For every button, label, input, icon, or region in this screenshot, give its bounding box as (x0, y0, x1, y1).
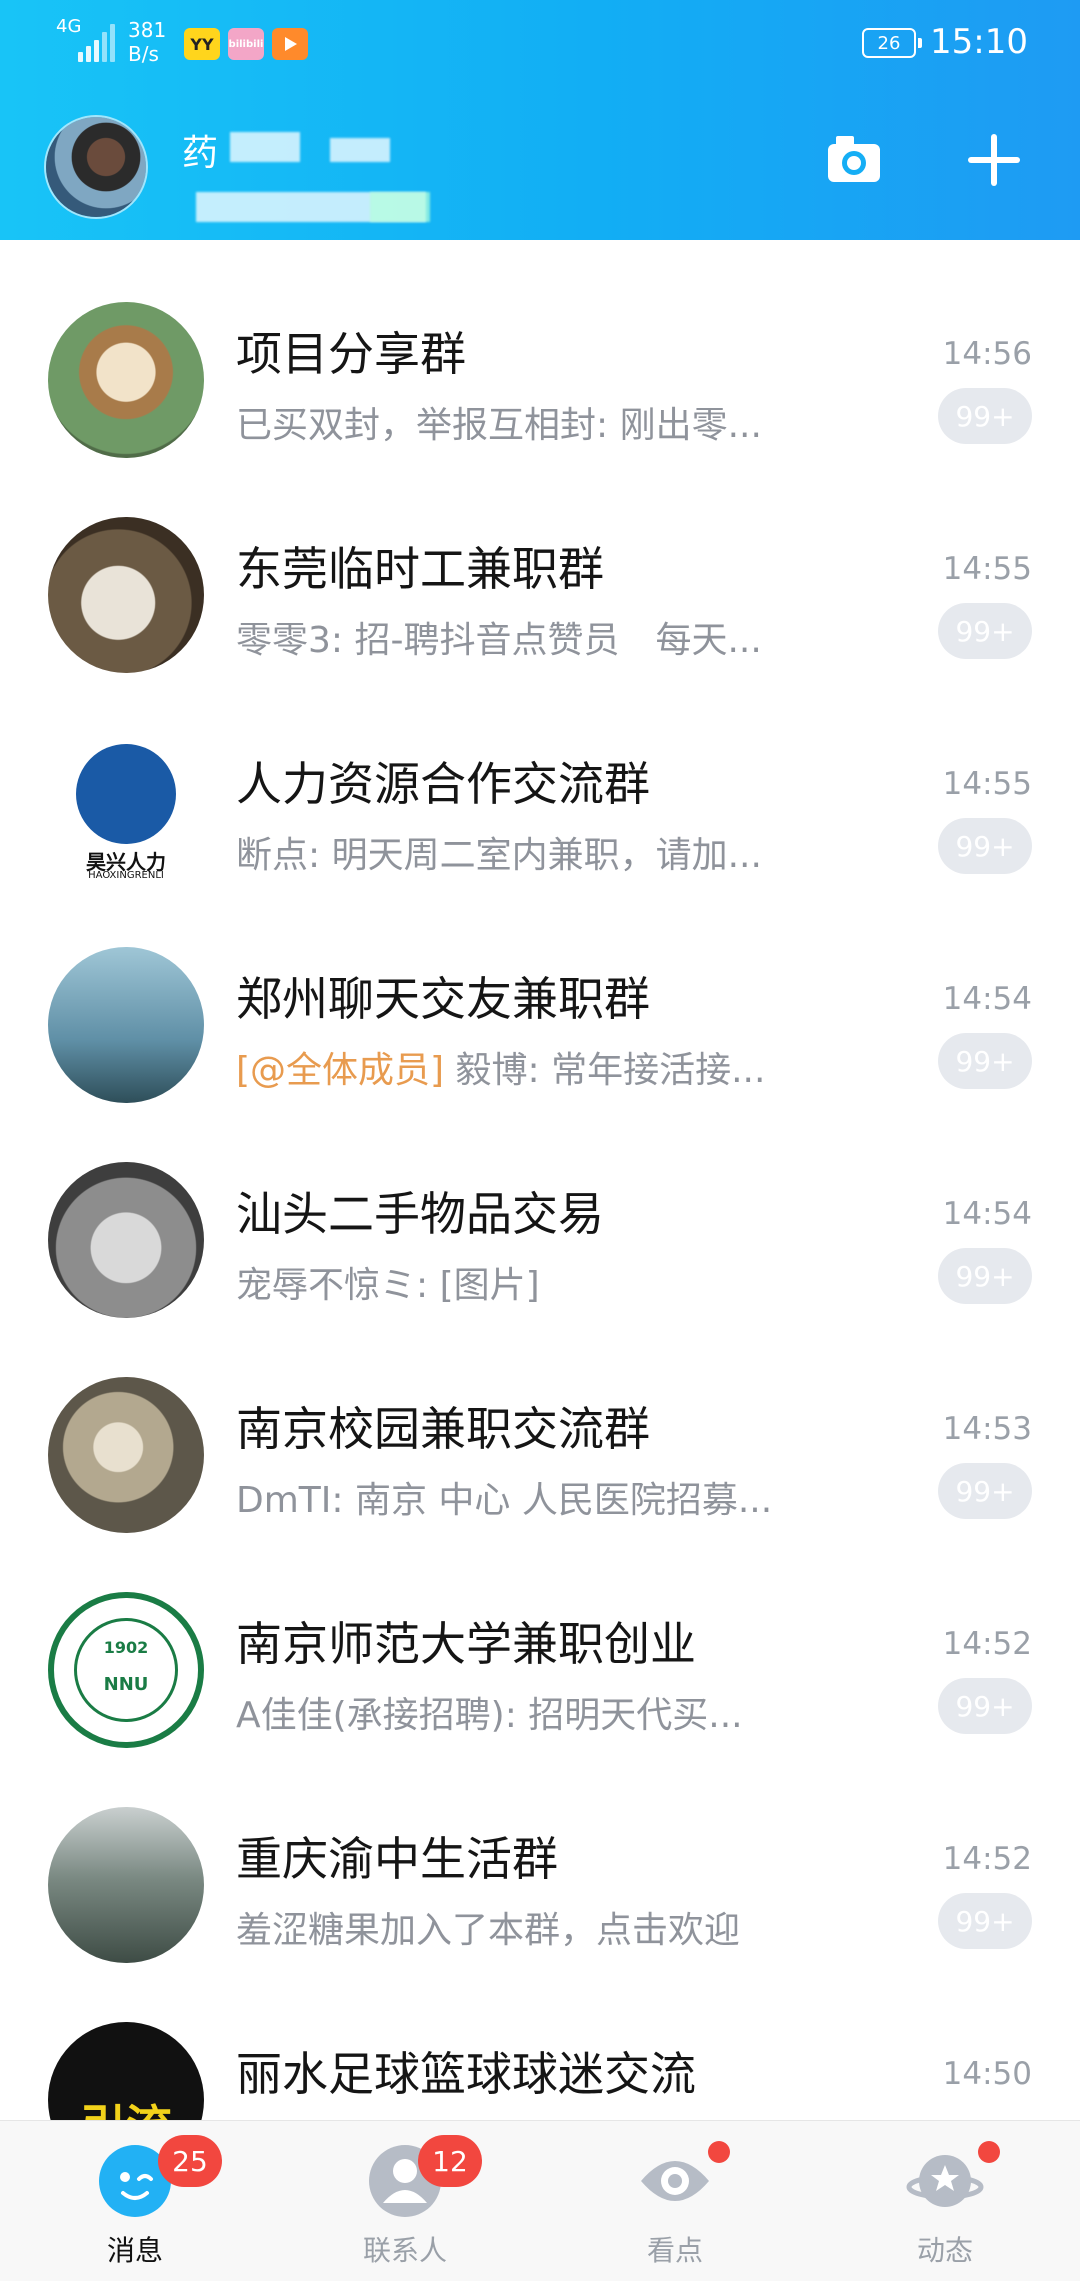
chat-time: 14:54 (942, 1196, 1032, 1232)
eye-icon (641, 2161, 709, 2201)
signal-bars-icon (78, 22, 115, 62)
chat-snippet: 零零3: 招-聘抖音点赞员 每天... (236, 620, 762, 661)
chat-avatar: 引流 (48, 2022, 204, 2120)
app-header: 4G 381 B/s YY bilibili 26 15:10 药 (0, 0, 1080, 240)
chat-list: 项目分享群 已买双封，举报互相封: 刚出零... 14:56 99+ 东莞临时工… (0, 240, 1080, 2120)
unread-badge: 99+ (938, 1678, 1032, 1734)
status-bar: 4G 381 B/s YY bilibili 26 15:10 (0, 0, 1080, 90)
chat-row[interactable]: 郑州聊天交友兼职群 [@全体成员] 毅博: 常年接活接... 14:54 99+ (0, 885, 1080, 1103)
tab-moments[interactable]: 动态 (810, 2121, 1080, 2281)
chat-row[interactable]: 东莞临时工兼职群 零零3: 招-聘抖音点赞员 每天... 14:55 99+ (0, 455, 1080, 673)
contacts-badge: 12 (418, 2135, 482, 2187)
chat-title: 南京师范大学兼职创业 (236, 1617, 696, 1671)
tab-label: 消息 (106, 2234, 163, 2267)
tab-label: 动态 (916, 2234, 973, 2267)
chat-avatar: 1902 NNU (48, 1592, 204, 1748)
blurred-status-2 (370, 192, 430, 222)
username[interactable]: 药 (182, 124, 218, 176)
chat-time: 14:55 (942, 551, 1032, 587)
seal-ring-icon (74, 1618, 178, 1722)
chat-avatar: 昊兴人力 HAOXINGRENLI (48, 732, 204, 888)
unread-badge: 99+ (938, 1248, 1032, 1304)
tab-watch[interactable]: 看点 (540, 2121, 810, 2281)
chat-row[interactable]: 重庆渝中生活群 羞涩糖果加入了本群，点击欢迎 14:52 99+ (0, 1745, 1080, 1963)
chat-title: 丽水足球篮球球迷交流 (236, 2047, 696, 2101)
chat-title: 南京校园兼职交流群 (236, 1402, 650, 1456)
chat-time: 14:50 (942, 2056, 1032, 2092)
chat-time: 14:53 (942, 1411, 1032, 1447)
chat-snippet: 羞涩糖果加入了本群，点击欢迎 (236, 1910, 741, 1951)
tab-messages[interactable]: 25 消息 (0, 2121, 270, 2281)
tab-contacts[interactable]: 12 联系人 (270, 2121, 540, 2281)
chat-title: 项目分享群 (236, 327, 466, 381)
chat-time: 14:54 (942, 981, 1032, 1017)
chat-snippet: 宠辱不惊ミ: [图片] (236, 1265, 540, 1306)
chat-snippet: 已买双封，举报互相封: 刚出零... (236, 405, 762, 446)
avatar-text: NNU (103, 1674, 149, 1695)
logo-circle-icon (76, 744, 176, 844)
status-time: 15:10 (930, 22, 1028, 62)
chat-snippet: [@全体成员] 毅博: 常年接活接... (236, 1050, 766, 1091)
unread-badge: 99+ (938, 388, 1032, 444)
chat-time: 14:52 (942, 1626, 1032, 1662)
avatar-subtext: 1902 (103, 1638, 149, 1657)
network-speed: 381 B/s (128, 18, 167, 66)
chat-snippet: DmTI: 南京 中心 人民医院招募... (236, 1480, 773, 1521)
messages-badge: 25 (158, 2135, 222, 2187)
chat-avatar (48, 302, 204, 458)
chat-title: 重庆渝中生活群 (236, 1832, 558, 1886)
chat-time: 14:52 (942, 1841, 1032, 1877)
chat-title: 汕头二手物品交易 (236, 1187, 604, 1241)
my-avatar[interactable] (46, 117, 146, 217)
chat-title: 郑州聊天交友兼职群 (236, 972, 650, 1026)
tab-label: 看点 (646, 2234, 703, 2267)
avatar-text: 引流 (48, 2046, 204, 2120)
unread-badge: 99+ (938, 1463, 1032, 1519)
chat-avatar (48, 1377, 204, 1533)
chat-row[interactable]: 引流 丽水足球篮球球迷交流 14:50 (0, 1960, 1080, 2120)
chat-time: 14:56 (942, 336, 1032, 372)
blurred-name-2 (330, 138, 390, 162)
chat-row[interactable]: 项目分享群 已买双封，举报互相封: 刚出零... 14:56 99+ (0, 240, 1080, 458)
chat-row[interactable]: 1902 NNU 南京师范大学兼职创业 A佳佳(承接招聘): 招明天代买... … (0, 1530, 1080, 1748)
chat-title: 东莞临时工兼职群 (236, 542, 604, 596)
unread-badge: 99+ (938, 818, 1032, 874)
unread-badge: 99+ (938, 603, 1032, 659)
planet-star-icon (906, 2155, 984, 2207)
chat-snippet: A佳佳(承接招聘): 招明天代买... (236, 1695, 743, 1736)
unread-badge: 99+ (938, 1893, 1032, 1949)
chat-row[interactable]: 南京校园兼职交流群 DmTI: 南京 中心 人民医院招募... 14:53 99… (0, 1315, 1080, 1533)
bilibili-app-icon: bilibili (228, 28, 264, 60)
chat-title: 人力资源合作交流群 (236, 757, 650, 811)
battery-indicator: 26 (862, 28, 922, 58)
chat-avatar (48, 1807, 204, 1963)
yy-app-icon: YY (184, 28, 220, 60)
chat-avatar (48, 1162, 204, 1318)
blurred-name (230, 132, 300, 162)
add-plus-icon[interactable] (964, 130, 1024, 190)
chat-avatar (48, 947, 204, 1103)
tab-label: 联系人 (362, 2234, 447, 2267)
chat-row[interactable]: 汕头二手物品交易 宠辱不惊ミ: [图片] 14:54 99+ (0, 1100, 1080, 1318)
mention-all: [@全体成员] (236, 1050, 445, 1091)
chat-avatar (48, 517, 204, 673)
unread-badge: 99+ (938, 1033, 1032, 1089)
chat-time: 14:55 (942, 766, 1032, 802)
chat-row[interactable]: 昊兴人力 HAOXINGRENLI 人力资源合作交流群 断点: 明天周二室内兼职… (0, 670, 1080, 888)
camera-icon[interactable] (826, 132, 882, 184)
video-app-icon (272, 28, 308, 60)
moments-dot (978, 2141, 1000, 2163)
avatar-subtext: HAOXINGRENLI (88, 870, 164, 881)
watch-dot (708, 2141, 730, 2163)
chat-snippet: 断点: 明天周二室内兼职，请加... (236, 835, 762, 876)
bottom-nav: 25 消息 12 联系人 看点 动态 (0, 2120, 1080, 2281)
